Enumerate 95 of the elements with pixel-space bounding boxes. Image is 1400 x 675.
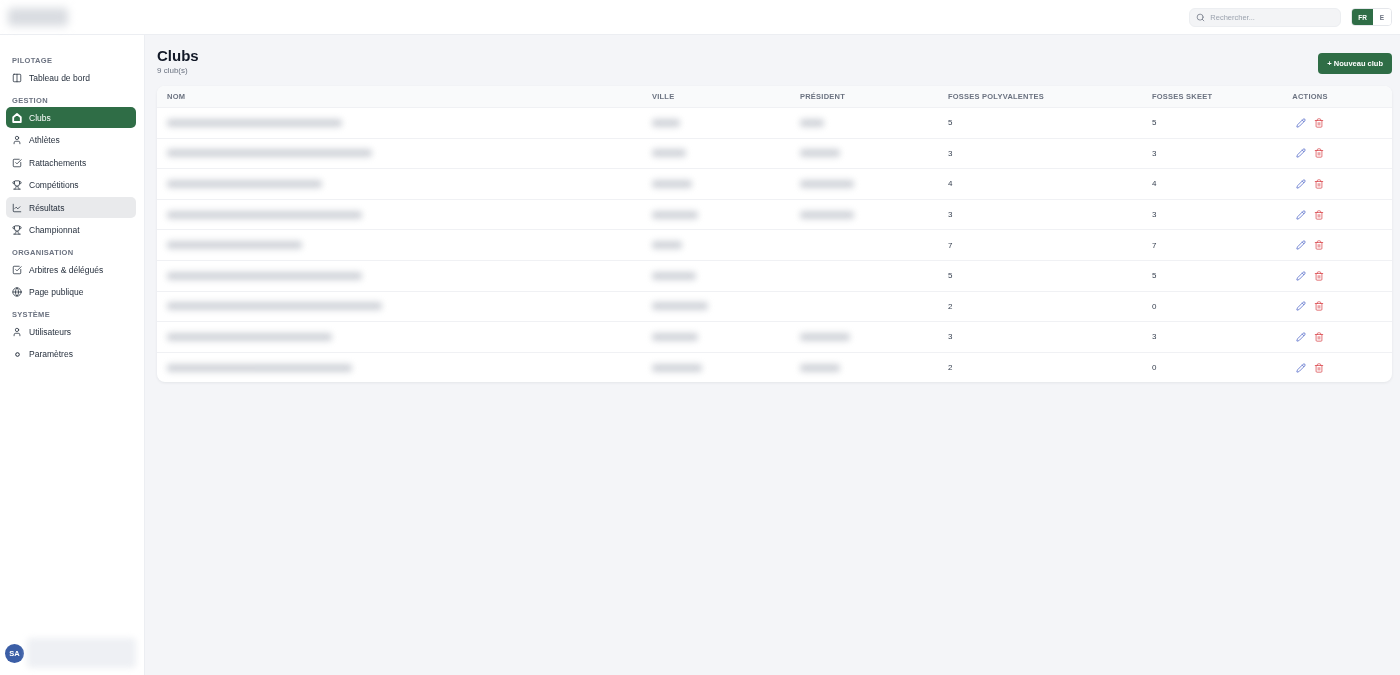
table-cell-text: 0 [1151, 363, 1158, 373]
sidebar-item[interactable]: Paramètres [6, 343, 136, 365]
blurred-text [652, 210, 698, 219]
blurred-text [800, 363, 840, 372]
edit-button[interactable] [1296, 331, 1306, 342]
blurred-text [652, 118, 680, 127]
delete-button[interactable] [1314, 240, 1324, 251]
search-icon [1196, 12, 1206, 22]
edit-button[interactable] [1296, 148, 1306, 159]
table-cell-text: 3 [947, 332, 954, 342]
trophy-icon [12, 180, 22, 190]
sidebar-item[interactable]: Rattachements [6, 152, 136, 173]
delete-button[interactable] [1314, 179, 1324, 189]
pencil-icon [1296, 209, 1306, 220]
blurred-text [652, 332, 698, 341]
blurred-text [652, 149, 686, 158]
trash-icon [1314, 331, 1324, 342]
house-icon [12, 112, 22, 123]
blurred-text [652, 241, 682, 250]
trash-icon [1314, 270, 1324, 281]
pencil-icon [1296, 362, 1306, 373]
blurred-text [800, 118, 824, 127]
blurred-text [800, 149, 840, 158]
table-cell-text: 7 [947, 240, 954, 250]
delete-button[interactable] [1314, 117, 1324, 128]
table-cell-text: 5 [1151, 118, 1158, 128]
line-chart-icon [12, 202, 22, 213]
columns-icon [12, 73, 22, 83]
pencil-icon [1296, 301, 1306, 312]
trash-icon [1314, 240, 1324, 251]
sidebar-item[interactable]: Championnat [6, 219, 136, 241]
table-cell-text: 3 [1151, 148, 1158, 158]
sidebar-item[interactable]: Clubs [6, 107, 136, 128]
sidebar-item[interactable]: Athlètes [6, 129, 136, 151]
dot-icon [14, 351, 20, 357]
table-cell-text: 4 [947, 179, 954, 189]
table-cell-text: 3 [947, 210, 954, 220]
check-square-icon [12, 264, 22, 275]
table-cell-text: 5 [947, 271, 954, 281]
trash-icon [1314, 362, 1324, 373]
pencil-icon [1296, 331, 1306, 342]
sidebar-item[interactable]: Résultats [6, 197, 136, 218]
delete-button[interactable] [1314, 209, 1324, 220]
trash-icon [1314, 117, 1324, 128]
edit-button[interactable] [1296, 209, 1306, 220]
table-cell-text: 0 [1151, 301, 1158, 311]
edit-button[interactable] [1296, 301, 1306, 312]
club-count: 9 club(s) [157, 66, 189, 76]
sidebar-item[interactable]: Compétitions [6, 174, 136, 196]
sidebar-item[interactable]: Page publique [6, 281, 136, 303]
table-cell-text: 4 [1151, 179, 1158, 189]
edit-button[interactable] [1296, 362, 1306, 373]
pencil-icon [1296, 270, 1306, 281]
edit-button[interactable] [1296, 179, 1306, 189]
pencil-icon [1296, 179, 1306, 189]
pencil-icon [1296, 117, 1306, 128]
globe-icon [12, 287, 22, 297]
table-cell-text: 3 [1151, 210, 1158, 220]
blurred-text [652, 180, 692, 188]
delete-button[interactable] [1314, 270, 1324, 281]
edit-button[interactable] [1296, 117, 1306, 128]
edit-button[interactable] [1296, 270, 1306, 281]
sidebar-item[interactable]: Utilisateurs [6, 321, 136, 342]
delete-button[interactable] [1314, 148, 1324, 159]
blurred-text [652, 302, 708, 311]
table-cell-text: 5 [1151, 271, 1158, 281]
delete-button[interactable] [1314, 301, 1324, 312]
user-icon [12, 135, 22, 145]
sidebar-item[interactable]: Arbitres & délégués [6, 259, 136, 280]
blurred-text [652, 363, 702, 372]
user-icon [12, 326, 22, 337]
trash-icon [1314, 179, 1324, 189]
table-cell-text: 2 [947, 301, 954, 311]
blurred-text [800, 210, 854, 219]
trash-icon [1314, 148, 1324, 159]
trash-icon [1314, 301, 1324, 312]
sidebar-item[interactable]: Tableau de bord [6, 67, 136, 89]
table-cell-text: 2 [947, 363, 954, 373]
blurred-text [800, 332, 850, 341]
edit-button[interactable] [1296, 240, 1306, 251]
trash-icon [1314, 209, 1324, 220]
blurred-text [800, 180, 854, 188]
page-title: Clubs [157, 47, 199, 64]
trophy-icon [12, 225, 22, 235]
table-cell-text: 3 [947, 148, 954, 158]
delete-button[interactable] [1314, 331, 1324, 342]
blurred-logo [8, 8, 68, 26]
pencil-icon [1296, 148, 1306, 159]
check-square-icon [12, 157, 22, 168]
pencil-icon [1296, 240, 1306, 251]
table-cell-text: 3 [1151, 332, 1158, 342]
table-cell-text: 5 [947, 118, 954, 128]
blurred-text [652, 271, 696, 280]
delete-button[interactable] [1314, 362, 1324, 373]
table-cell-text: 7 [1151, 240, 1158, 250]
